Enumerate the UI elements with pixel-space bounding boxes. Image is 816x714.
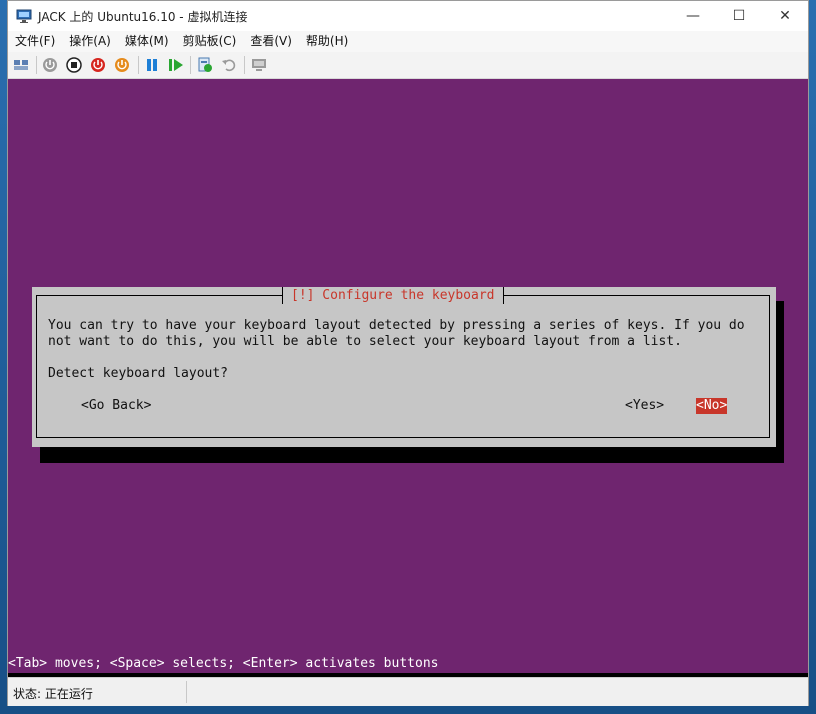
maximize-button[interactable]: ☐ bbox=[716, 1, 762, 31]
close-button[interactable]: ✕ bbox=[762, 1, 808, 31]
status-bar: 状态: 正在运行 bbox=[8, 677, 808, 706]
shutdown-icon[interactable] bbox=[90, 57, 106, 73]
close-icon: ✕ bbox=[779, 8, 791, 24]
ctrl-alt-del-icon[interactable] bbox=[13, 57, 29, 73]
status-text: 状态: 正在运行 bbox=[13, 687, 93, 701]
go-back-button[interactable]: <Go Back> bbox=[81, 398, 151, 414]
toolbar-separator bbox=[244, 56, 245, 74]
menu-help[interactable]: 帮助(H) bbox=[299, 31, 355, 52]
dialog-message-line1: You can try to have your keyboard layout… bbox=[48, 318, 745, 333]
pause-icon[interactable] bbox=[144, 57, 160, 73]
toolbar-separator bbox=[138, 56, 139, 74]
installer-hint-bar: <Tab> moves; <Space> selects; <Enter> ac… bbox=[8, 655, 808, 673]
dialog-question: Detect keyboard layout? bbox=[48, 366, 229, 381]
toolbar-separator bbox=[36, 56, 37, 74]
menu-action[interactable]: 操作(A) bbox=[62, 31, 118, 52]
toolbar bbox=[8, 52, 808, 79]
minimize-button[interactable]: — bbox=[670, 1, 716, 31]
yes-button[interactable]: <Yes> bbox=[625, 398, 664, 414]
toolbar-separator bbox=[190, 56, 191, 74]
maximize-icon: ☐ bbox=[732, 8, 746, 24]
menu-file[interactable]: 文件(F) bbox=[8, 31, 62, 52]
checkpoint-icon[interactable] bbox=[197, 57, 213, 73]
vm-connection-window: JACK 上的 Ubuntu16.10 - 虚拟机连接 — ☐ ✕ 文件(F) … bbox=[7, 0, 809, 706]
start-icon[interactable] bbox=[42, 57, 58, 73]
menu-clipboard[interactable]: 剪贴板(C) bbox=[176, 31, 244, 52]
menu-media[interactable]: 媒体(M) bbox=[118, 31, 176, 52]
enhanced-session-icon[interactable] bbox=[251, 57, 267, 73]
dialog-message-line2: not want to do this, you will be able to… bbox=[48, 334, 682, 349]
status-separator bbox=[186, 681, 187, 703]
title-bar[interactable]: JACK 上的 Ubuntu16.10 - 虚拟机连接 — ☐ ✕ bbox=[8, 1, 808, 31]
turn-off-icon[interactable] bbox=[66, 57, 82, 73]
window-title: JACK 上的 Ubuntu16.10 - 虚拟机连接 bbox=[38, 10, 248, 24]
no-button[interactable]: <No> bbox=[696, 398, 728, 414]
resume-icon[interactable] bbox=[168, 57, 184, 73]
keyboard-config-dialog: [!] Configure the keyboard You can try t… bbox=[32, 287, 776, 447]
vm-display[interactable]: [!] Configure the keyboard You can try t… bbox=[8, 79, 808, 677]
minimize-icon: — bbox=[686, 8, 700, 24]
revert-icon[interactable] bbox=[221, 57, 237, 73]
vm-connection-icon bbox=[16, 9, 32, 23]
save-icon[interactable] bbox=[114, 57, 130, 73]
dialog-title: [!] Configure the keyboard bbox=[282, 287, 504, 304]
menu-bar: 文件(F) 操作(A) 媒体(M) 剪贴板(C) 查看(V) 帮助(H) bbox=[8, 31, 808, 52]
menu-view[interactable]: 查看(V) bbox=[243, 31, 299, 52]
